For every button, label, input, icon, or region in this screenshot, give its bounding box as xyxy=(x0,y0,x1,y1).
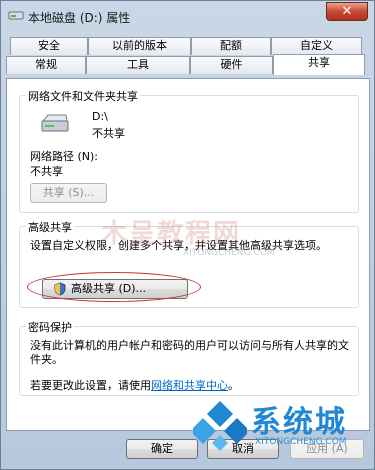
network-path-value: 不共享 xyxy=(30,165,63,178)
network-share-group: 网络文件和文件夹共享 D:\ 不共享 网络路径 (N): 不共享 共享 (S).… xyxy=(19,88,359,213)
tab-sharing[interactable]: 共享 xyxy=(273,54,365,75)
tab-previous-versions[interactable]: 以前的版本 xyxy=(88,37,191,55)
logo-icon xyxy=(193,401,247,451)
password-change-suffix: 。 xyxy=(228,379,239,392)
network-sharing-center-link[interactable]: 网络和共享中心 xyxy=(151,379,228,392)
site-logo: 系统城 XITONGCHENG.COM xyxy=(189,395,369,465)
watermark-url: XITONGCHENG.COM xyxy=(183,248,275,258)
tab-tools[interactable]: 工具 xyxy=(86,56,190,74)
password-protection-group: 密码保护 没有此计算机的用户帐户和密码的用户可以访问与所有人共享的文件夹。 若要… xyxy=(19,319,359,396)
password-change-prefix: 若要更改此设置，请使用 xyxy=(30,379,151,392)
properties-window: 本地磁盘 (D:) 属性 ✕ 安全 以前的版本 配额 自定义 常规 工具 硬件 … xyxy=(0,0,375,470)
advanced-share-title: 高级共享 xyxy=(26,219,74,235)
logo-text: 系统城 xyxy=(251,405,347,440)
close-button[interactable]: ✕ xyxy=(326,2,368,21)
network-share-title: 网络文件和文件夹共享 xyxy=(26,88,140,104)
share-button[interactable]: 共享 (S)... xyxy=(30,183,107,203)
drive-name: D:\ xyxy=(92,110,108,123)
drive-share-status: 不共享 xyxy=(92,127,125,140)
title-bar[interactable]: 本地磁盘 (D:) 属性 ✕ xyxy=(1,1,374,31)
tab-general[interactable]: 常规 xyxy=(6,56,86,74)
tab-security[interactable]: 安全 xyxy=(10,37,88,55)
password-protection-title: 密码保护 xyxy=(26,319,74,335)
drive-icon xyxy=(41,114,69,132)
ok-button[interactable]: 确定 xyxy=(126,439,198,459)
tab-customize[interactable]: 自定义 xyxy=(271,37,362,55)
tab-quota[interactable]: 配额 xyxy=(191,37,271,55)
tab-strip: 安全 以前的版本 配额 自定义 常规 工具 硬件 共享 xyxy=(6,37,370,79)
password-change-hint: 若要更改此设置，请使用网络和共享中心。 xyxy=(30,377,239,393)
logo-url: XITONGCHENG.COM xyxy=(255,437,347,447)
network-path-label: 网络路径 (N): xyxy=(30,150,99,163)
password-description: 没有此计算机的用户帐户和密码的用户可以访问与所有人共享的文件夹。 xyxy=(30,339,349,366)
window-title: 本地磁盘 (D:) 属性 xyxy=(28,11,131,25)
drive-icon xyxy=(8,11,24,20)
tab-hardware[interactable]: 硬件 xyxy=(190,56,273,74)
highlight-ellipse xyxy=(27,272,201,302)
watermark-text: 木呈教程网 xyxy=(101,219,242,249)
